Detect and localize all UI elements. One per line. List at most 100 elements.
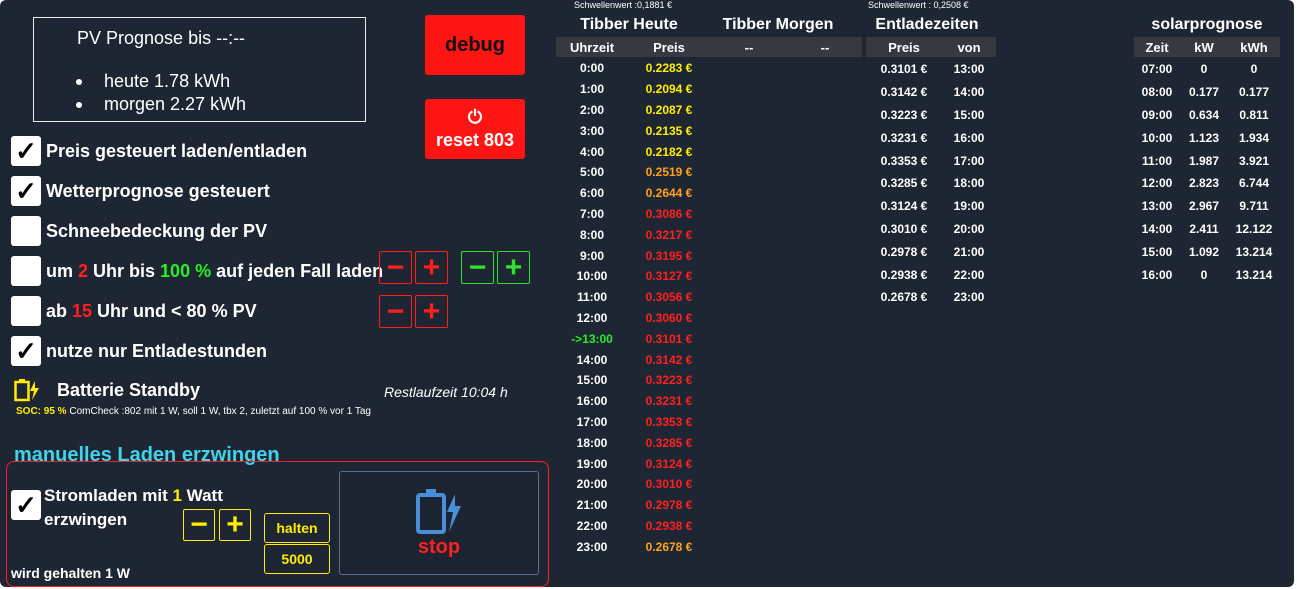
option-label: nutze nur Entladestunden	[46, 340, 268, 361]
table-row: 4:00 0.2182 €	[556, 141, 862, 162]
from-cell: 18:00	[953, 176, 985, 191]
comcheck-text: ComCheck :802 mit 1 W, soll 1 W, tbx 2, …	[66, 406, 371, 417]
table-row: 9:00 0.3195 €	[556, 245, 862, 266]
table-row: 1:00 0.2094 €	[556, 79, 862, 100]
table-row: 14:00 0.3142 €	[556, 349, 862, 370]
hour-cell: 7:00	[579, 206, 605, 221]
option-text: ab	[46, 300, 73, 321]
price-cell: 0.2087 €	[645, 102, 693, 117]
option-label: Wetterprognose gesteuert	[46, 180, 270, 201]
from-hour-minus-button[interactable]: −	[379, 295, 412, 328]
kw-cell: 0.634	[1188, 107, 1220, 122]
checkbox-price-controlled[interactable]: ✓	[11, 136, 41, 166]
table-row: 0.3353 € 17:00	[866, 149, 996, 172]
price-cell: 0.2978 €	[645, 498, 693, 513]
time-cell: 12:00	[1141, 176, 1173, 191]
option-discharge-hours[interactable]: ✓ nutze nur Entladestunden	[11, 335, 267, 367]
battery-status-label: Batterie Standby	[57, 379, 201, 400]
price-cell: 0.2938 €	[880, 267, 928, 282]
col-kw: kW	[1194, 39, 1214, 55]
kw-cell: 1.987	[1188, 153, 1220, 168]
checkbox-manual-charge[interactable]: ✓	[11, 490, 41, 520]
hour-cell: 2:00	[579, 102, 605, 117]
stop-button[interactable]: stop	[339, 471, 539, 575]
price-cell: 0.3142 €	[880, 85, 928, 100]
reset-button[interactable]: ⏻ reset 803	[425, 99, 525, 159]
watt-minus-button[interactable]: −	[183, 509, 215, 541]
kwh-cell: 6.744	[1238, 176, 1270, 191]
pv-forecast-list: heute 1.78 kWh morgen 2.27 kWh	[76, 70, 246, 116]
kwh-cell: 9.711	[1239, 199, 1269, 214]
checkbox-from-hour[interactable]	[11, 296, 41, 326]
pv-forecast-title: PV Prognose bis --:--	[77, 28, 246, 48]
table-row: 6:00 0.2644 €	[556, 183, 862, 204]
kw-cell: 2.823	[1188, 176, 1220, 191]
time-cell: 10:00	[1141, 130, 1173, 145]
option-price-controlled[interactable]: ✓ Preis gesteuert laden/entladen	[11, 135, 307, 167]
table-row: 09:00 0.634 0.811	[1134, 104, 1280, 127]
hour-cell: 14:00	[576, 352, 608, 367]
hour-cell: 15:00	[576, 373, 608, 388]
hour-plus-button[interactable]: +	[415, 251, 448, 284]
from-cell: 22:00	[953, 267, 985, 282]
hold-button[interactable]: halten	[264, 513, 330, 543]
time-cell: 07:00	[1141, 62, 1173, 77]
from-hour-plus-button[interactable]: +	[415, 295, 448, 328]
col-kwh: kWh	[1240, 39, 1268, 55]
option-snow-cover[interactable]: Schneebedeckung der PV	[11, 215, 267, 247]
hour-cell: 19:00	[576, 456, 608, 471]
checkbox-discharge-hours[interactable]: ✓	[11, 336, 41, 366]
time-cell: 11:00	[1141, 153, 1173, 168]
solar-body: 07:00 0 0 08:00 0.177 0.177 09:00 0.634 0.811 10:…	[1134, 58, 1280, 286]
col-tomorrow-a: --	[744, 39, 754, 55]
price-cell: 0.2519 €	[645, 165, 693, 180]
price-cell: 0.2283 €	[645, 61, 693, 76]
hour-cell: 5:00	[579, 165, 605, 180]
price-cell: 0.2135 €	[645, 123, 693, 138]
hour-cell: 17:00	[576, 414, 608, 429]
option-from-hour[interactable]: ab 15 Uhr und < 80 % PV	[11, 295, 257, 327]
debug-button[interactable]: debug	[425, 15, 525, 75]
percent-plus-button[interactable]: +	[497, 251, 530, 284]
pv-forecast-box: PV Prognose bis --:-- heute 1.78 kWh mor…	[33, 17, 366, 122]
table-row: 15:00 1.092 13.214	[1134, 240, 1280, 263]
kwh-cell: 12.122	[1235, 221, 1273, 236]
price-cell: 0.3217 €	[645, 227, 693, 242]
power-icon: ⏻	[467, 106, 483, 127]
percent-minus-button[interactable]: −	[461, 251, 494, 284]
option-text: auf jeden Fall laden	[211, 260, 384, 281]
table-row: 0.3010 € 20:00	[866, 218, 996, 241]
table-row: 0.2678 € 23:00	[866, 286, 996, 309]
checkbox-force-charge[interactable]	[11, 256, 41, 286]
option-force-charge[interactable]: um 2 Uhr bis 100 % auf jeden Fall laden	[11, 255, 383, 287]
hour-minus-button[interactable]: −	[379, 251, 412, 284]
checkbox-weather-forecast[interactable]: ✓	[11, 176, 41, 206]
col-price: Preis	[653, 39, 685, 55]
kwh-cell: 0.811	[1239, 107, 1269, 122]
table-row: 16:00 0.3231 €	[556, 391, 862, 412]
hold-value-field[interactable]: 5000	[264, 544, 330, 574]
option-weather-forecast[interactable]: ✓ Wetterprognose gesteuert	[11, 175, 270, 207]
threshold-heute: Schwellenwert :0,1881 €	[574, 0, 673, 10]
price-cell: 0.3101 €	[880, 62, 928, 77]
kwh-cell: 3.921	[1238, 153, 1270, 168]
soc-value: SOC: 95 %	[16, 406, 67, 417]
option-text: Uhr bis	[88, 260, 161, 281]
table-row: 12:00 2.823 6.744	[1134, 172, 1280, 195]
table-row: 11:00 1.987 3.921	[1134, 149, 1280, 172]
table-row: 0.3231 € 16:00	[866, 126, 996, 149]
price-cell: 0.2678 €	[880, 290, 928, 305]
table-row: 21:00 0.2978 €	[556, 495, 862, 516]
battery-status: Batterie Standby	[14, 378, 200, 402]
kwh-cell: 13.214	[1235, 267, 1273, 282]
hour-cell: 21:00	[576, 498, 608, 513]
table-row: 11:00 0.3056 €	[556, 287, 862, 308]
price-cell: 0.3124 €	[880, 199, 928, 214]
watt-plus-button[interactable]: +	[219, 509, 251, 541]
option-label: Schneebedeckung der PV	[46, 220, 268, 241]
from-cell: 20:00	[953, 221, 985, 236]
checkbox-snow-cover[interactable]	[11, 216, 41, 246]
threshold-discharge: Schwellenwert : 0,2508 €	[868, 0, 969, 10]
price-cell: 0.3353 €	[645, 414, 693, 429]
from-cell: 15:00	[953, 107, 985, 122]
